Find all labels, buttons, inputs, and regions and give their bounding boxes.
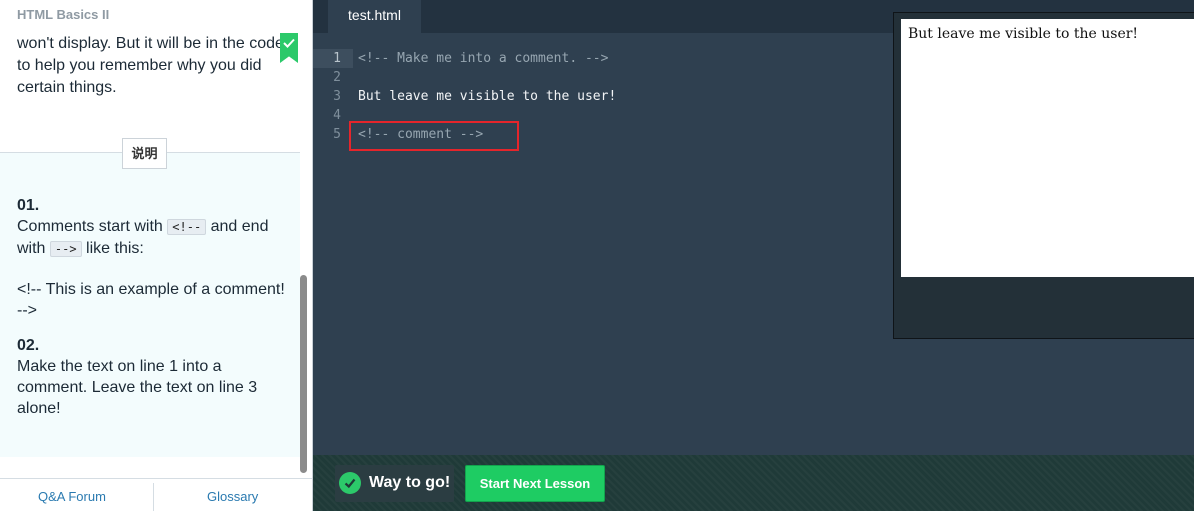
footer-divider <box>0 478 312 479</box>
course-title: HTML Basics II <box>17 7 110 22</box>
code-text[interactable]: But leave me visible to the user! <box>358 87 616 106</box>
success-message: Way to go! <box>335 465 454 502</box>
example-comment-line: --> <box>17 302 37 319</box>
instruction-step-1: 01. Comments start with <!-- and end wit… <box>17 195 287 321</box>
line-number: 4 <box>333 108 341 123</box>
start-next-lesson-button[interactable]: Start Next Lesson <box>465 465 605 502</box>
glossary-link[interactable]: Glossary <box>207 489 258 504</box>
code-text[interactable]: <!-- Make me into a comment. --> <box>358 49 608 68</box>
line-number: 3 <box>333 89 341 104</box>
code-line[interactable]: 3 But leave me visible to the user! <box>313 87 813 106</box>
preview-page: But leave me visible to the user! <box>901 19 1194 277</box>
file-tab-test-html[interactable]: test.html <box>328 0 421 34</box>
inline-code: --> <box>49 241 82 257</box>
code-line[interactable]: 1 <!-- Make me into a comment. --> <box>313 49 813 68</box>
line-number: 5 <box>333 127 341 142</box>
lesson-panel: HTML Basics II won't display. But it wil… <box>0 0 313 511</box>
step-text: alone! <box>17 400 61 417</box>
step-text: Make the text on line 1 into a <box>17 358 222 375</box>
preview-text: But leave me visible to the user! <box>908 26 1139 42</box>
step-number: 01. <box>17 197 40 214</box>
lesson-intro-text: won't display. But it will be in the cod… <box>17 33 292 99</box>
highlight-box <box>349 121 519 151</box>
line-number: 2 <box>333 70 341 85</box>
scrollbar-thumb[interactable] <box>300 275 307 473</box>
code-line[interactable]: 2 <box>313 68 813 87</box>
success-text: Way to go! <box>369 474 451 491</box>
step-text: with <box>17 240 46 257</box>
intro-line: won't display. But it will be in the cod… <box>17 35 284 52</box>
footer-divider-vertical <box>153 483 154 511</box>
instructions-section: 01. Comments start with <!-- and end wit… <box>0 153 300 457</box>
instruction-step-2: 02. Make the text on line 1 into a comme… <box>17 335 287 419</box>
step-text: Comments start with <box>17 218 163 235</box>
intro-line: certain things. <box>17 79 117 96</box>
instructions-tab[interactable]: 说明 <box>122 138 167 169</box>
step-number: 02. <box>17 337 40 354</box>
step-text: and end <box>210 218 269 235</box>
inline-code: <!-- <box>167 219 207 235</box>
line-number: 1 <box>313 49 353 68</box>
step-text: comment. Leave the text on line 3 <box>17 379 258 396</box>
example-comment-line: <!-- This is an example of a comment! <box>17 281 285 298</box>
intro-line: to help you remember why you did <box>17 57 262 74</box>
qa-forum-link[interactable]: Q&A Forum <box>38 489 106 504</box>
bottom-action-bar: Way to go! Start Next Lesson <box>313 455 1194 511</box>
step-text: like this: <box>86 240 144 257</box>
check-icon <box>339 472 361 494</box>
